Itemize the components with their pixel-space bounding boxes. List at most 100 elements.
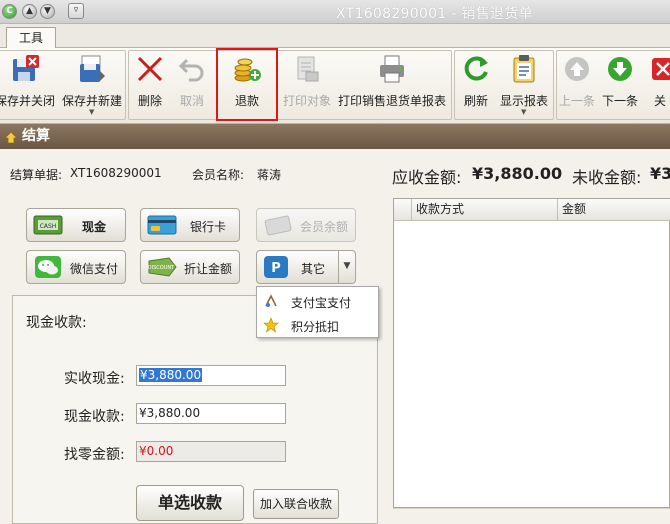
next-record-button[interactable]: 下一条 bbox=[600, 48, 640, 118]
refund-highlight-box bbox=[216, 48, 278, 121]
delete-label: 删除 bbox=[137, 94, 162, 108]
member-balance-label: 会员余额 bbox=[299, 220, 348, 234]
refresh-icon-large bbox=[464, 56, 488, 81]
collect-cash-label: 现金收款: bbox=[64, 409, 125, 425]
other-payment-popup: 支付宝支付 积分抵扣 bbox=[256, 286, 379, 338]
refresh-button[interactable]: 刷新 bbox=[458, 48, 494, 118]
grid-col-method[interactable]: 收款方式 bbox=[412, 199, 558, 221]
discount-label: 折让金额 bbox=[183, 262, 232, 276]
clipboard-report-icon bbox=[513, 55, 535, 83]
unreceived-value: ¥3 bbox=[650, 164, 670, 183]
save-new-dropdown-icon[interactable]: ▼ bbox=[89, 108, 94, 116]
show-report-label: 显示报表 bbox=[499, 94, 548, 108]
paypal-icon: P bbox=[264, 256, 288, 278]
discount-icon-text: DISCOUNT bbox=[148, 265, 175, 271]
popup-item-alipay-label: 支付宝支付 bbox=[291, 296, 352, 310]
toolbar: 保存并关闭 保存并新建 ▼ 删除 取消 退款 打印对象 打印销售退货单报表 刷新… bbox=[0, 48, 670, 124]
other-dropdown-arrow-icon[interactable]: ▼ bbox=[338, 251, 355, 283]
member-balance-button[interactable]: 会员余额 bbox=[256, 208, 356, 242]
receivable-value: ¥3,880.00 bbox=[472, 164, 563, 183]
svg-text:P: P bbox=[271, 261, 281, 276]
doc-value: XT1608290001 bbox=[70, 166, 162, 180]
member-label: 会员名称: bbox=[192, 168, 245, 182]
arrow-down-icon bbox=[608, 57, 632, 81]
grid-footer bbox=[393, 508, 670, 524]
received-cash-field[interactable]: ¥3,880.00 bbox=[136, 365, 286, 386]
show-report-dropdown-icon[interactable]: ▼ bbox=[521, 108, 526, 116]
discount-tag-icon: DISCOUNT bbox=[148, 257, 177, 277]
save-new-button[interactable]: 保存并新建 ▼ bbox=[60, 48, 124, 118]
quick-access-dropdown-icon[interactable]: ▿ bbox=[68, 3, 84, 19]
ribbon-tab-row: 工具 bbox=[0, 24, 670, 48]
print-report-label: 打印销售退货单报表 bbox=[337, 94, 446, 108]
add-joint-collect-button[interactable]: 加入联合收款 bbox=[253, 489, 339, 519]
prev-record-label: 上一条 bbox=[558, 94, 595, 108]
print-object-icon bbox=[297, 56, 319, 82]
payment-grid-header: 收款方式 金额 bbox=[394, 199, 670, 221]
discount-button[interactable]: DISCOUNT 折让金额 bbox=[140, 250, 240, 284]
other-payment-button[interactable]: P 其它 ▼ bbox=[256, 250, 356, 284]
member-card-icon bbox=[264, 215, 292, 236]
collect-cash-field[interactable]: ¥3,880.00 bbox=[136, 403, 286, 424]
grid-col-amount[interactable]: 金额 bbox=[558, 199, 670, 221]
unreceived-label: 未收金额: bbox=[572, 168, 642, 187]
receivable-label: 应收金额: bbox=[392, 168, 462, 187]
print-object-button[interactable]: 打印对象 bbox=[280, 48, 334, 118]
cancel-button[interactable]: 取消 bbox=[174, 48, 210, 118]
save-close-icon bbox=[13, 55, 39, 81]
bank-card-icon bbox=[147, 215, 177, 235]
bank-card-label: 银行卡 bbox=[189, 220, 226, 234]
cash-button[interactable]: CASH 现金 bbox=[26, 208, 126, 242]
refresh-icon[interactable]: C bbox=[2, 4, 17, 19]
collect-cash-value: ¥3,880.00 bbox=[139, 406, 201, 420]
delete-icon bbox=[137, 56, 163, 82]
member-value: 蒋涛 bbox=[257, 168, 282, 182]
arrow-up-icon bbox=[565, 57, 589, 81]
delete-button[interactable]: 删除 bbox=[132, 48, 168, 118]
other-payment-label: 其它 bbox=[300, 262, 325, 276]
save-close-button[interactable]: 保存并关闭 bbox=[0, 48, 58, 118]
cash-label: 现金 bbox=[81, 220, 106, 234]
grid-row-header-cell bbox=[394, 199, 412, 221]
up-arrow-icon[interactable]: ▲ bbox=[22, 4, 37, 19]
single-collect-button[interactable]: 单选收款 bbox=[136, 485, 244, 521]
save-close-label: 保存并关闭 bbox=[0, 94, 55, 108]
received-cash-label: 实收现金: bbox=[64, 371, 125, 387]
section-header: 结算 bbox=[0, 124, 670, 149]
tab-tools[interactable]: 工具 bbox=[6, 27, 56, 48]
close-icon bbox=[652, 58, 670, 80]
change-amount-field: ¥0.00 bbox=[136, 441, 286, 462]
refresh-label: 刷新 bbox=[463, 94, 488, 108]
title-bar: C ▲ ▼ ▿ XT1608290001 - 销售退货单 bbox=[0, 0, 670, 24]
printer-icon bbox=[380, 55, 404, 83]
down-arrow-icon[interactable]: ▼ bbox=[40, 4, 55, 19]
save-new-icon bbox=[80, 55, 105, 82]
show-report-button[interactable]: 显示报表 ▼ bbox=[498, 48, 550, 118]
section-title: 结算 bbox=[22, 128, 50, 144]
print-object-label: 打印对象 bbox=[282, 94, 331, 108]
close-button[interactable]: 关 bbox=[648, 48, 670, 118]
wechat-pay-label: 微信支付 bbox=[69, 262, 118, 276]
alipay-icon bbox=[265, 294, 277, 307]
window-title: XT1608290001 - 销售退货单 bbox=[336, 6, 533, 22]
cancel-label: 取消 bbox=[179, 94, 204, 108]
settlement-icon bbox=[4, 131, 18, 144]
bank-card-button[interactable]: 银行卡 bbox=[140, 208, 240, 242]
wechat-pay-button[interactable]: 微信支付 bbox=[26, 250, 126, 284]
popup-item-alipay[interactable]: 支付宝支付 bbox=[257, 289, 380, 313]
cash-panel-title: 现金收款: bbox=[26, 315, 87, 331]
received-cash-value: ¥3,880.00 bbox=[139, 368, 203, 382]
save-new-label: 保存并新建 bbox=[61, 94, 122, 108]
popup-item-points-label: 积分抵扣 bbox=[291, 320, 340, 334]
close-label: 关 bbox=[654, 94, 667, 108]
popup-item-points[interactable]: 积分抵扣 bbox=[257, 313, 380, 337]
undo-icon bbox=[178, 58, 204, 82]
wechat-icon bbox=[35, 256, 61, 278]
prev-record-button[interactable]: 上一条 bbox=[558, 48, 596, 118]
cash-icon: CASH bbox=[33, 215, 63, 235]
doc-label: 结算单据: bbox=[10, 168, 63, 182]
print-report-button[interactable]: 打印销售退货单报表 bbox=[336, 48, 448, 118]
change-amount-value: ¥0.00 bbox=[139, 444, 174, 458]
cash-icon-text: CASH bbox=[40, 223, 57, 230]
next-record-label: 下一条 bbox=[601, 94, 638, 108]
